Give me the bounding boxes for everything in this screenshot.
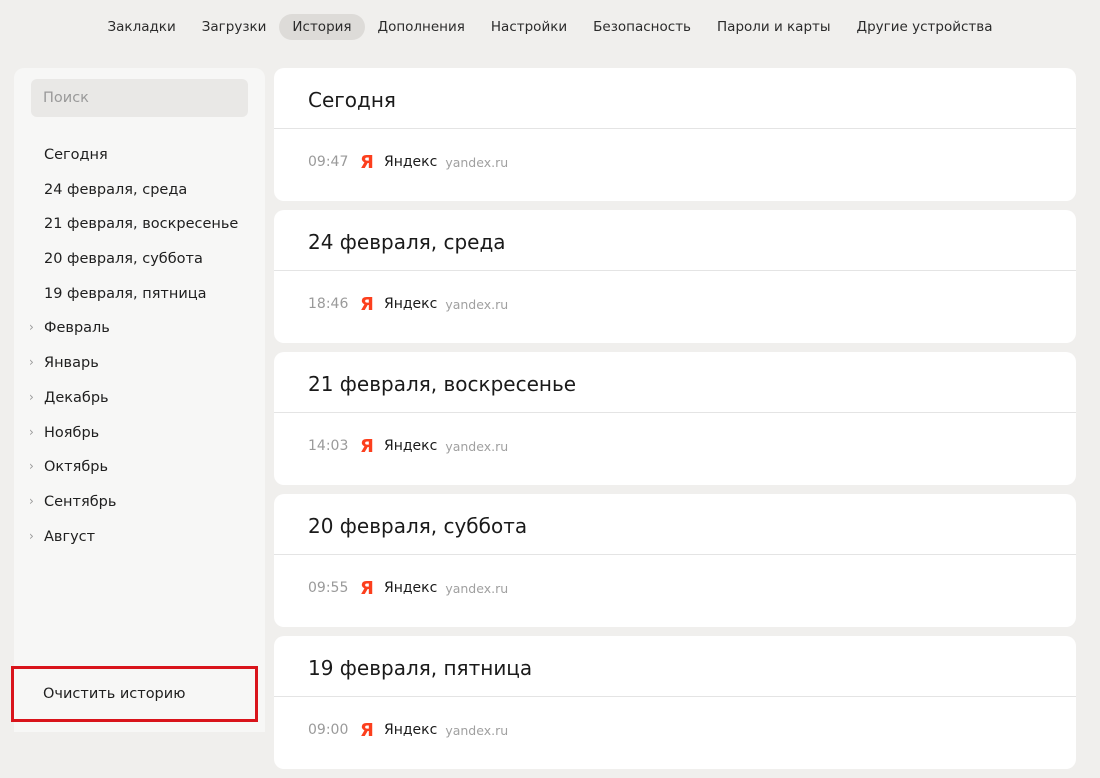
entry-site-title[interactable]: Яндекс — [384, 154, 437, 170]
sidebar-item-label: 19 февраля, пятница — [44, 285, 207, 302]
entry-time: 09:55 — [308, 580, 349, 596]
entry-url: yandex.ru — [445, 154, 509, 170]
yandex-icon: Я — [360, 719, 374, 741]
tab-bookmarks[interactable]: Закладки — [94, 14, 188, 40]
sidebar-item-label: Январь — [44, 355, 99, 372]
yandex-icon: Я — [360, 151, 374, 173]
sidebar-item-feb-19[interactable]: 19 февраля, пятница — [14, 279, 265, 314]
sidebar-item-november[interactable]: › Ноябрь — [14, 418, 265, 453]
day-card: 19 февраля, пятница 09:00 Я Яндекс yande… — [274, 636, 1076, 769]
sidebar-item-september[interactable]: › Сентябрь — [14, 487, 265, 522]
entry-time: 18:46 — [308, 296, 349, 312]
tab-history[interactable]: История — [279, 14, 365, 40]
clear-history-button[interactable]: Очистить историю — [11, 666, 258, 722]
entry-url: yandex.ru — [445, 580, 509, 596]
history-entry[interactable]: 18:46 Я Яндекс yandex.ru — [274, 271, 1076, 337]
yandex-icon: Я — [360, 435, 374, 457]
chevron-right-icon: › — [29, 528, 34, 543]
day-heading: 24 февраля, среда — [274, 210, 1076, 271]
day-heading: 19 февраля, пятница — [274, 636, 1076, 697]
search-input[interactable] — [31, 79, 248, 117]
sidebar-item-october[interactable]: › Октябрь — [14, 452, 265, 487]
sidebar-item-feb-21[interactable]: 21 февраля, воскресенье — [14, 209, 265, 244]
sidebar-item-label: 21 февраля, воскресенье — [44, 216, 239, 233]
sidebar-item-label: Сентябрь — [44, 493, 117, 510]
sidebar-item-label: 20 февраля, суббота — [44, 251, 203, 268]
day-heading: Сегодня — [274, 68, 1076, 129]
day-card: Сегодня 09:47 Я Яндекс yandex.ru — [274, 68, 1076, 201]
entry-url: yandex.ru — [445, 296, 509, 312]
sidebar-item-label: Февраль — [44, 320, 110, 337]
sidebar-date-list: Сегодня 24 февраля, среда 21 февраля, во… — [14, 140, 265, 556]
sidebar-item-label: Ноябрь — [44, 424, 100, 441]
tab-passwords-cards[interactable]: Пароли и карты — [704, 14, 844, 40]
sidebar-item-label: Декабрь — [44, 389, 109, 406]
chevron-right-icon: › — [29, 424, 34, 439]
history-entry[interactable]: 09:55 Я Яндекс yandex.ru — [274, 555, 1076, 621]
chevron-right-icon: › — [29, 355, 34, 370]
yandex-icon: Я — [360, 293, 374, 315]
entry-site-title[interactable]: Яндекс — [384, 438, 437, 454]
chevron-right-icon: › — [29, 320, 34, 335]
entry-site-title[interactable]: Яндекс — [384, 722, 437, 738]
day-card: 24 февраля, среда 18:46 Я Яндекс yandex.… — [274, 210, 1076, 343]
history-entry[interactable]: 14:03 Я Яндекс yandex.ru — [274, 413, 1076, 479]
history-entry[interactable]: 09:47 Я Яндекс yandex.ru — [274, 129, 1076, 195]
entry-time: 14:03 — [308, 438, 349, 454]
tab-security[interactable]: Безопасность — [580, 14, 704, 40]
day-heading: 21 февраля, воскресенье — [274, 352, 1076, 413]
entry-time: 09:00 — [308, 722, 349, 738]
sidebar-item-label: Сегодня — [44, 147, 108, 163]
sidebar-item-today[interactable]: Сегодня — [14, 140, 265, 175]
top-nav: Закладки Загрузки История Дополнения Нас… — [0, 14, 1100, 40]
entry-url: yandex.ru — [445, 722, 509, 738]
sidebar-item-february[interactable]: › Февраль — [14, 313, 265, 348]
day-card: 21 февраля, воскресенье 14:03 Я Яндекс y… — [274, 352, 1076, 485]
history-list: Сегодня 09:47 Я Яндекс yandex.ru 24 февр… — [274, 68, 1076, 778]
day-heading: 20 февраля, суббота — [274, 494, 1076, 555]
history-entry[interactable]: 09:00 Я Яндекс yandex.ru — [274, 697, 1076, 763]
sidebar-item-january[interactable]: › Январь — [14, 348, 265, 383]
entry-url: yandex.ru — [445, 438, 509, 454]
entry-site-title[interactable]: Яндекс — [384, 296, 437, 312]
tab-downloads[interactable]: Загрузки — [189, 14, 280, 40]
tab-settings[interactable]: Настройки — [478, 14, 580, 40]
chevron-right-icon: › — [29, 493, 34, 508]
sidebar-item-label: 24 февраля, среда — [44, 181, 188, 198]
entry-time: 09:47 — [308, 154, 349, 170]
sidebar-item-feb-20[interactable]: 20 февраля, суббота — [14, 244, 265, 279]
tab-extensions[interactable]: Дополнения — [365, 14, 478, 40]
tab-other-devices[interactable]: Другие устройства — [844, 14, 1006, 40]
sidebar-item-august[interactable]: › Август — [14, 522, 265, 557]
entry-site-title[interactable]: Яндекс — [384, 580, 437, 596]
history-sidebar: Сегодня 24 февраля, среда 21 февраля, во… — [11, 68, 265, 732]
sidebar-item-label: Август — [44, 528, 96, 545]
day-card: 20 февраля, суббота 09:55 Я Яндекс yande… — [274, 494, 1076, 627]
chevron-right-icon: › — [29, 459, 34, 474]
sidebar-item-label: Октябрь — [44, 459, 109, 476]
yandex-icon: Я — [360, 577, 374, 599]
chevron-right-icon: › — [29, 389, 34, 404]
sidebar-item-feb-24[interactable]: 24 февраля, среда — [14, 175, 265, 210]
sidebar-item-december[interactable]: › Декабрь — [14, 383, 265, 418]
